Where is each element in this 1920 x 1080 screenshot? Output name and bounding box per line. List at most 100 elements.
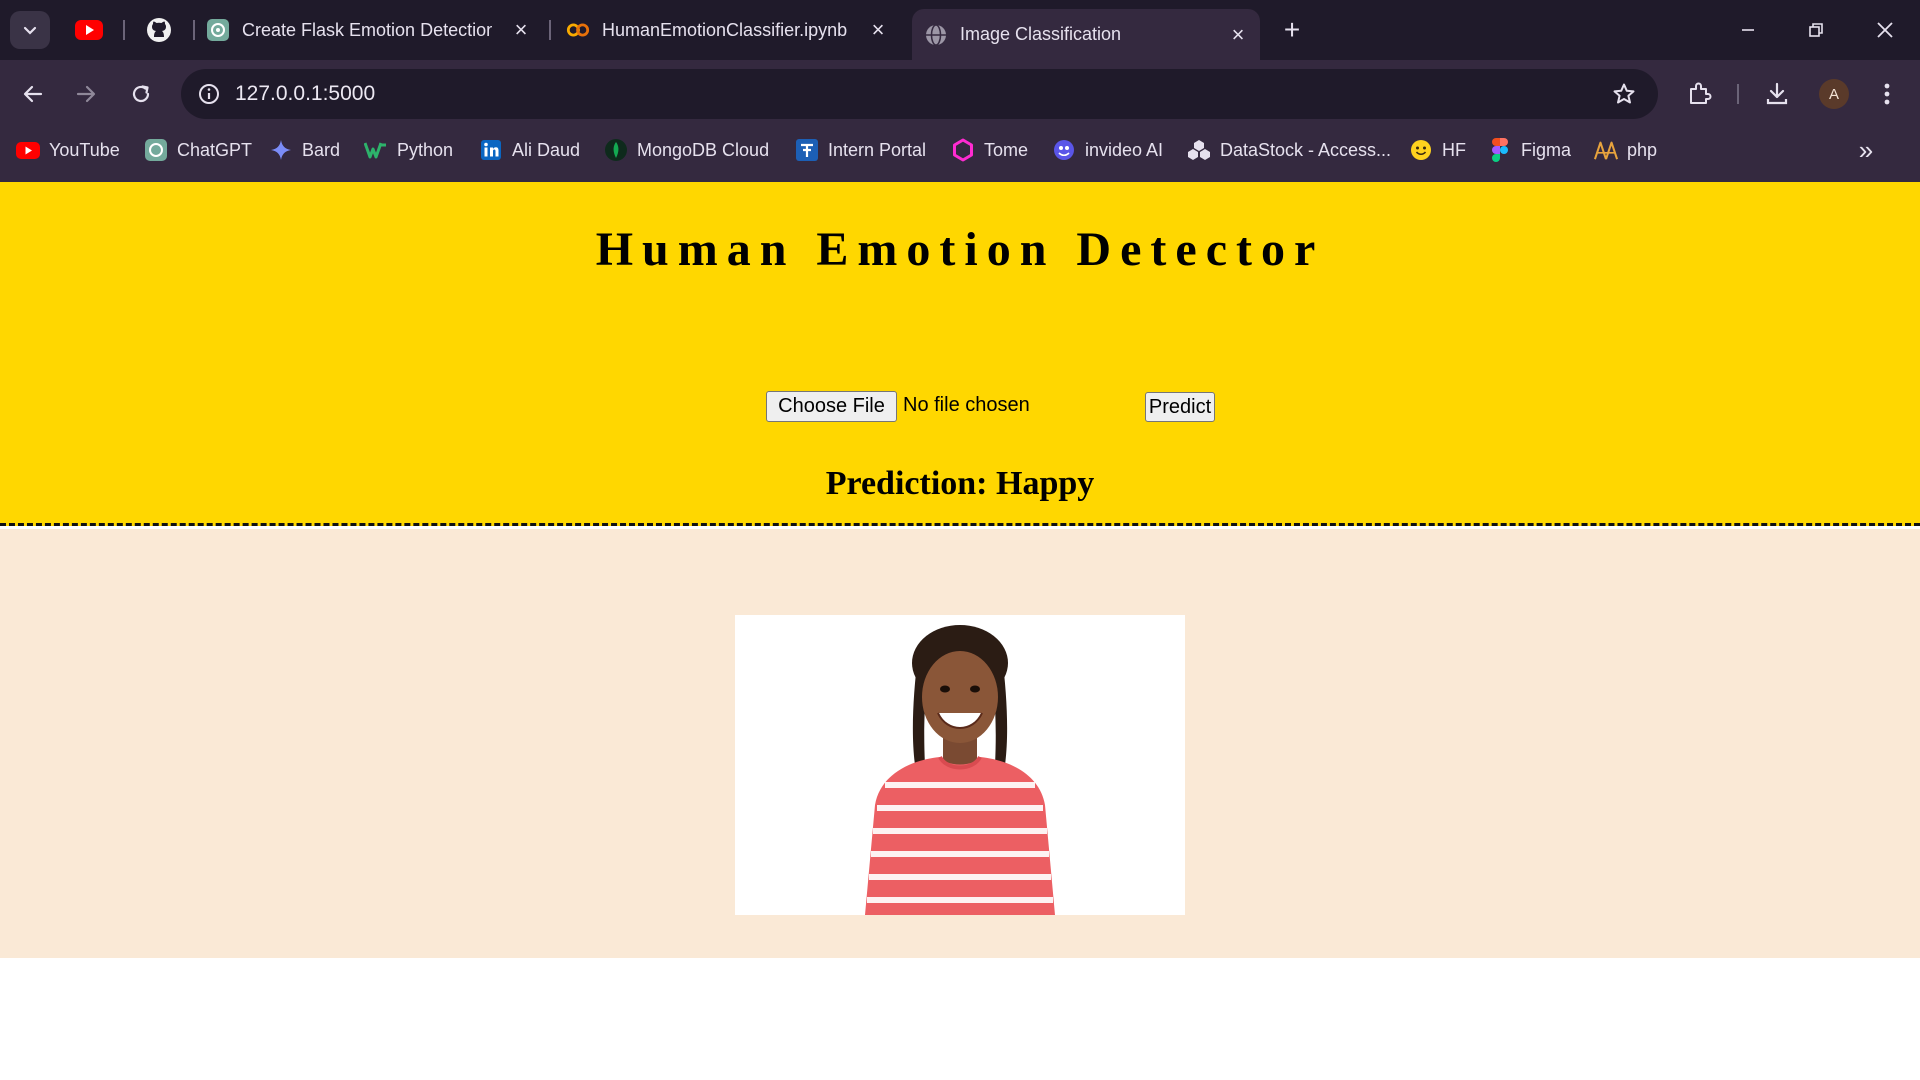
uploaded-image [735, 615, 1185, 915]
youtube-icon [75, 20, 103, 40]
file-status-text: No file chosen [903, 394, 1030, 416]
upload-form: Choose File No file chosen Predict [766, 391, 1216, 427]
puzzle-icon [1690, 82, 1712, 104]
close-icon[interactable]: × [866, 17, 890, 42]
url-text: 127.0.0.1:5000 [235, 82, 376, 105]
bookmark-label: MongoDB Cloud [637, 139, 770, 160]
arrow-right-icon [76, 85, 96, 103]
back-button[interactable] [15, 76, 51, 112]
page-title: Human Emotion Detector [595, 223, 1325, 276]
site-info-icon[interactable] [195, 80, 223, 108]
tab-title: Image Classification [960, 24, 1122, 44]
downloads-button[interactable] [1759, 76, 1795, 112]
huggingface-icon [1409, 138, 1433, 162]
portal-icon [795, 138, 819, 162]
chatgpt-icon [144, 138, 168, 162]
profile-avatar[interactable]: A [1819, 79, 1849, 109]
predict-button[interactable]: Predict [1145, 392, 1215, 422]
restore-button[interactable] [1796, 12, 1836, 48]
extensions-button[interactable] [1681, 76, 1717, 112]
tab-title: HumanEmotionClassifier.ipynb [602, 19, 848, 40]
linkedin-icon [479, 138, 503, 162]
bookmark-label: Intern Portal [828, 139, 927, 160]
bookmark-figma[interactable]: Figma [1488, 137, 1571, 163]
app-header: Human Emotion Detector Choose File No fi… [0, 182, 1920, 526]
prediction-result: Prediction: Happy [0, 465, 1920, 503]
bookmark-label: HF [1442, 139, 1466, 160]
bookmark-label: invideo AI [1085, 139, 1164, 160]
double-chevron-right-icon: » [1858, 134, 1874, 165]
globe-icon [924, 23, 948, 47]
bookmark-invideo[interactable]: invideo AI [1052, 137, 1163, 163]
prediction-value: Happy [996, 465, 1095, 502]
minimize-icon [1742, 29, 1754, 31]
tab-search-button[interactable] [10, 11, 50, 49]
bookmark-intern-portal[interactable]: Intern Portal [795, 137, 926, 163]
tab-title: Create Flask Emotion Detection [242, 19, 492, 40]
reload-icon [132, 85, 150, 103]
page-viewport: Human Emotion Detector Choose File No fi… [0, 182, 1920, 1080]
girl-photo-illustration [735, 615, 1185, 915]
bookmark-tome[interactable]: Tome [951, 137, 1028, 163]
forward-button[interactable] [68, 76, 104, 112]
bookmark-ali-daud[interactable]: Ali Daud [479, 137, 580, 163]
bookmark-hf[interactable]: HF [1409, 137, 1466, 163]
bookmark-star-icon[interactable] [1610, 80, 1638, 108]
bookmark-label: ChatGPT [177, 139, 253, 160]
bookmark-label: Python [397, 139, 454, 160]
mongodb-icon [604, 138, 628, 162]
bookmark-chatgpt[interactable]: ChatGPT [144, 137, 252, 163]
bard-icon [269, 138, 293, 162]
tab-separator [193, 20, 195, 40]
plus-icon: + [1283, 14, 1301, 45]
close-icon[interactable]: × [509, 17, 533, 42]
bookmark-php[interactable]: php [1594, 137, 1657, 163]
tab-strip: Create Flask Emotion Detection × HumanEm… [0, 0, 1920, 60]
bookmark-youtube[interactable]: YouTube [16, 137, 120, 163]
download-icon [1766, 82, 1788, 105]
bookmarks-bar: YouTube ChatGPT Bard Python Ali Daud Mon… [0, 128, 1920, 172]
minimize-button[interactable] [1728, 12, 1768, 48]
choose-file-button[interactable]: Choose File [766, 391, 897, 422]
bookmark-label: YouTube [49, 139, 120, 160]
pinned-tab-youtube[interactable] [73, 14, 105, 46]
toolbar-separator [1737, 84, 1739, 104]
bookmarks-overflow-button[interactable]: » [1852, 134, 1880, 165]
bookmark-python[interactable]: Python [364, 137, 453, 163]
arrow-left-icon [23, 85, 43, 103]
more-vertical-icon [1884, 83, 1890, 105]
bookmark-label: DataStock - Access... [1220, 139, 1392, 160]
tab-separator [549, 20, 551, 40]
tab-colab-notebook[interactable]: HumanEmotionClassifier.ipynb × [566, 9, 896, 51]
tome-icon [951, 138, 975, 162]
tab-create-flask[interactable]: Create Flask Emotion Detection × [206, 9, 539, 51]
youtube-icon [16, 138, 40, 162]
colab-icon [566, 18, 590, 42]
bookmark-label: Bard [302, 139, 341, 160]
browser-chrome: Create Flask Emotion Detection × HumanEm… [0, 0, 1920, 182]
bookmark-datastock[interactable]: DataStock - Access... [1187, 137, 1391, 163]
php-icon [1594, 138, 1618, 162]
address-bar[interactable]: 127.0.0.1:5000 [181, 69, 1658, 119]
bookmark-bard[interactable]: Bard [269, 137, 340, 163]
menu-button[interactable] [1869, 76, 1905, 112]
prediction-label: Prediction: [825, 465, 988, 502]
invideo-icon [1052, 138, 1076, 162]
bookmark-label: Figma [1521, 139, 1572, 160]
datastock-icon [1187, 138, 1211, 162]
reload-button[interactable] [123, 76, 159, 112]
tab-image-classification[interactable]: Image Classification × [912, 9, 1260, 60]
chevron-down-icon [23, 26, 37, 35]
navigation-bar: 127.0.0.1:5000 A [0, 60, 1920, 128]
bookmark-mongodb[interactable]: MongoDB Cloud [604, 137, 769, 163]
result-section [0, 529, 1920, 958]
close-icon[interactable]: × [1226, 22, 1250, 47]
window-close-button[interactable] [1865, 12, 1905, 48]
figma-icon [1488, 138, 1512, 162]
chatgpt-icon [206, 18, 230, 42]
close-icon [1877, 22, 1893, 38]
pinned-tab-github[interactable] [143, 14, 175, 46]
github-icon [147, 18, 171, 42]
restore-icon [1809, 23, 1823, 37]
new-tab-button[interactable]: + [1276, 14, 1308, 46]
